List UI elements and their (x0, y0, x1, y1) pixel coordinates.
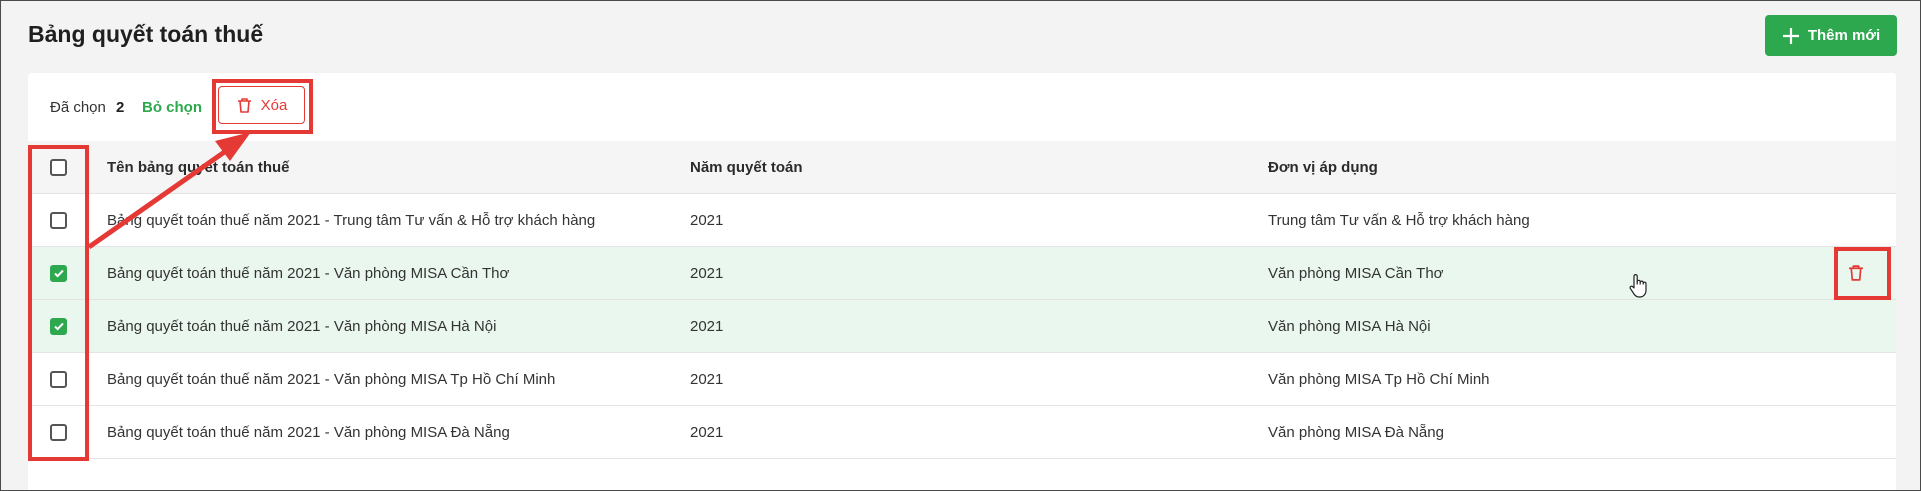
table-row[interactable]: Bảng quyết toán thuế năm 2021 - Văn phòn… (28, 300, 1896, 353)
row-checkbox[interactable] (50, 317, 67, 335)
table-row[interactable]: Bảng quyết toán thuế năm 2021 - Văn phòn… (28, 353, 1896, 406)
row-unit: Trung tâm Tư vấn & Hỗ trợ khách hàng (1268, 211, 1530, 229)
row-year: 2021 (690, 264, 724, 282)
plus-icon (1782, 27, 1799, 44)
selected-count: 2 (116, 99, 125, 116)
hand-cursor-icon (1629, 274, 1647, 298)
table-row[interactable]: Bảng quyết toán thuế năm 2021 - Văn phòn… (28, 247, 1896, 300)
row-delete-button[interactable] (1845, 262, 1867, 284)
row-name: Bảng quyết toán thuế năm 2021 - Văn phòn… (107, 264, 510, 282)
row-unit: Văn phòng MISA Đà Nẵng (1268, 423, 1444, 441)
row-name: Bảng quyết toán thuế năm 2021 - Văn phòn… (107, 370, 556, 388)
page-title: Bảng quyết toán thuế (28, 21, 264, 47)
row-year: 2021 (690, 211, 724, 229)
column-header-year[interactable]: Năm quyết toán (690, 141, 803, 193)
row-checkbox[interactable] (50, 423, 67, 441)
row-year: 2021 (690, 317, 724, 335)
table-row[interactable]: Bảng quyết toán thuế năm 2021 - Trung tâ… (28, 194, 1896, 247)
row-name: Bảng quyết toán thuế năm 2021 - Văn phòn… (107, 317, 497, 335)
trash-icon (237, 97, 251, 113)
row-year: 2021 (690, 423, 724, 441)
selection-toolbar: Đã chọn 2 Bỏ chọn Xóa (28, 73, 1896, 141)
row-checkbox[interactable] (50, 370, 67, 388)
table-row[interactable]: Bảng quyết toán thuế năm 2021 - Văn phòn… (28, 406, 1896, 459)
table-card: Đã chọn 2 Bỏ chọn Xóa Tên bảng quyết toá… (28, 73, 1896, 490)
row-unit: Văn phòng MISA Tp Hồ Chí Minh (1268, 370, 1490, 388)
row-unit: Văn phòng MISA Hà Nội (1268, 317, 1431, 335)
row-checkbox[interactable] (50, 211, 67, 229)
unselect-link[interactable]: Bỏ chọn (142, 99, 202, 116)
check-icon (53, 322, 64, 331)
trash-icon (1849, 265, 1863, 281)
row-year: 2021 (690, 370, 724, 388)
row-name: Bảng quyết toán thuế năm 2021 - Văn phòn… (107, 423, 510, 441)
delete-selected-label: Xóa (260, 96, 288, 114)
app-window: Bảng quyết toán thuế Thêm mới Đã chọn 2 … (0, 0, 1921, 491)
row-name: Bảng quyết toán thuế năm 2021 - Trung tâ… (107, 211, 596, 229)
row-checkbox[interactable] (50, 264, 67, 282)
add-new-label: Thêm mới (1807, 27, 1881, 44)
select-all-checkbox[interactable] (50, 158, 67, 176)
check-icon (53, 269, 64, 278)
selected-label: Đã chọn (50, 99, 106, 116)
column-header-unit[interactable]: Đơn vị áp dụng (1268, 141, 1378, 193)
table-header: Tên bảng quyết toán thuế Năm quyết toán … (28, 141, 1896, 194)
delete-selected-button[interactable]: Xóa (218, 86, 305, 124)
row-unit: Văn phòng MISA Cần Thơ (1268, 264, 1444, 282)
add-new-button[interactable]: Thêm mới (1765, 15, 1897, 56)
column-header-name[interactable]: Tên bảng quyết toán thuế (107, 141, 290, 193)
